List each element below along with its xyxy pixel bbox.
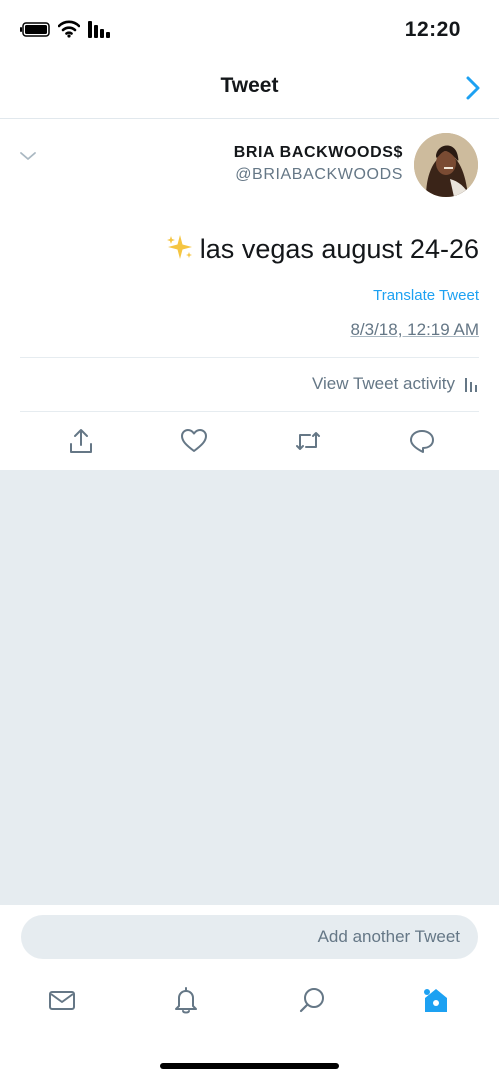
wifi-icon	[58, 20, 80, 38]
heart-icon[interactable]	[180, 427, 208, 455]
messages-mail-icon[interactable]	[47, 985, 77, 1015]
back-chevron-icon[interactable]	[464, 75, 482, 101]
divider	[20, 357, 479, 358]
notifications-bell-icon[interactable]	[171, 985, 201, 1015]
reply-composer	[0, 905, 499, 967]
translate-tweet-link[interactable]: Translate Tweet	[373, 287, 479, 304]
navigation-bar: Tweet	[0, 58, 499, 119]
reply-icon[interactable]	[408, 427, 436, 455]
tweet-actions-bar	[0, 412, 499, 470]
avatar[interactable]	[414, 133, 478, 197]
empty-replies-area	[0, 470, 499, 905]
retweet-icon[interactable]	[294, 427, 322, 455]
view-tweet-activity-label: View Tweet activity	[312, 374, 455, 393]
add-another-tweet-input[interactable]	[21, 915, 478, 959]
search-icon[interactable]	[297, 985, 327, 1015]
sparkles-emoji-icon	[166, 235, 192, 259]
author-handle[interactable]: @BRIABACKWOODS	[235, 166, 403, 184]
cellular-signal-icon	[88, 21, 110, 38]
page-title: Tweet	[220, 74, 279, 97]
tweet-text-row: las vegas august 24-26	[166, 233, 479, 265]
status-time: 12:20	[404, 18, 461, 41]
share-icon[interactable]	[67, 427, 95, 455]
tweet-detail-screen: 12:20 Tweet BRIA BACKWOODS$ @BRIABACKWOO…	[0, 0, 499, 1080]
bar-chart-icon	[465, 378, 477, 392]
tweet-text: las vegas august 24-26	[199, 234, 479, 264]
home-icon[interactable]	[421, 985, 451, 1015]
battery-icon	[20, 22, 50, 37]
view-tweet-activity-row[interactable]: View Tweet activity	[20, 360, 479, 410]
tweet-timestamp[interactable]: 8/3/18, 12:19 AM	[350, 320, 479, 340]
tweet-options-caret-icon[interactable]	[19, 150, 37, 162]
status-bar: 12:20	[0, 0, 499, 58]
home-indicator[interactable]	[160, 1063, 339, 1069]
author-name[interactable]: BRIA BACKWOODS$	[234, 144, 403, 162]
